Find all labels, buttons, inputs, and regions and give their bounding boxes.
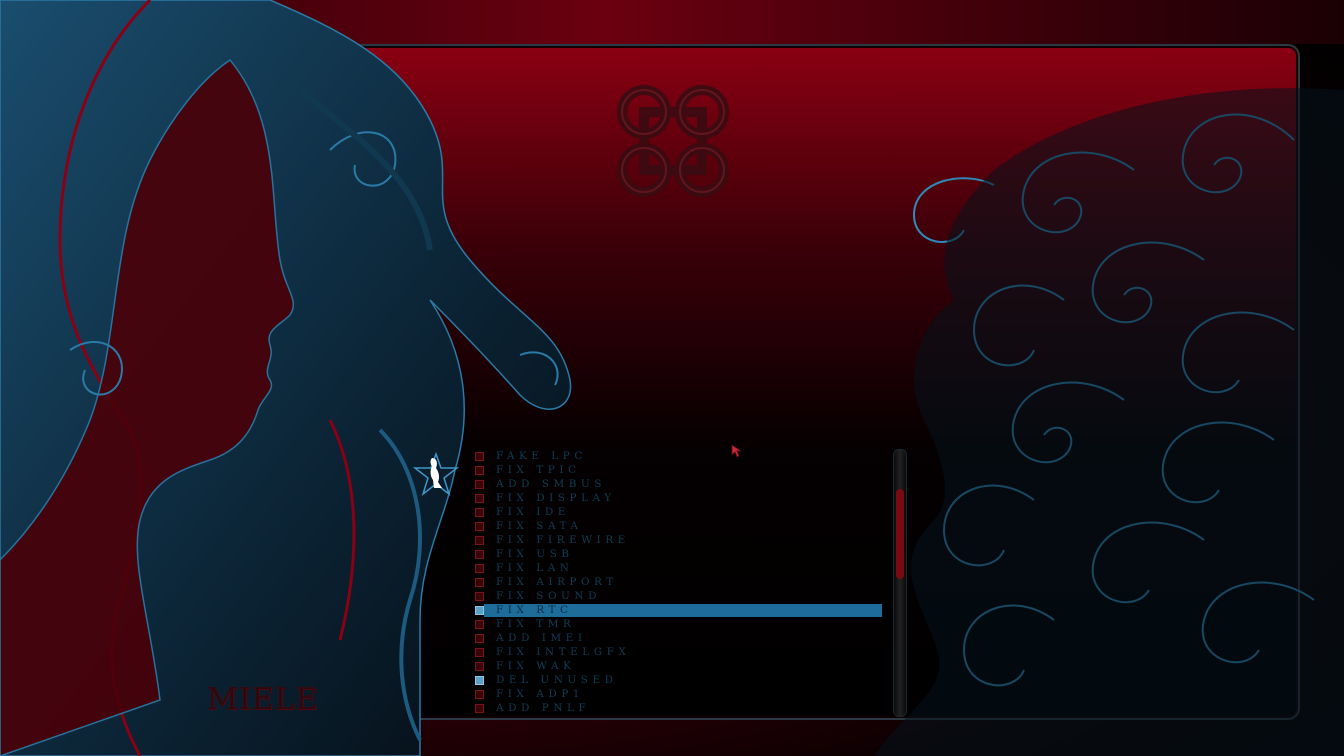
boot-options-list: FAKE LPC FIX TPIC ADD SMBUS FIX DISPLAY FIX …	[472, 449, 892, 715]
boot-option-row[interactable]: FIX FIREWIRE	[472, 533, 892, 547]
boot-option-row[interactable]: FAKE LPC	[472, 449, 892, 463]
option-checkbox[interactable]	[475, 493, 484, 503]
option-label: FIX INTELGFX	[496, 646, 631, 658]
option-label: FIX SOUND	[496, 590, 602, 602]
pinup-star-icon	[412, 452, 460, 496]
boot-option-row[interactable]: FIX ADP1	[472, 687, 892, 701]
option-checkbox[interactable]	[475, 647, 484, 657]
boot-option-row[interactable]: FIX AIRPORT	[472, 575, 892, 589]
option-checkbox[interactable]	[475, 451, 484, 461]
boot-option-row[interactable]: DEL UNUSED	[472, 673, 892, 687]
option-checkbox[interactable]	[475, 563, 484, 573]
boot-option-row[interactable]: ADD SMBUS	[472, 477, 892, 491]
option-label: ADD SMBUS	[496, 478, 606, 490]
option-label: FIX DISPLAY	[496, 492, 616, 504]
option-checkbox[interactable]	[475, 703, 484, 713]
option-label: FIX AIRPORT	[496, 576, 618, 588]
scrollbar-thumb[interactable]	[896, 489, 904, 579]
option-checkbox[interactable]	[475, 689, 484, 699]
option-label: FIX FIREWIRE	[496, 534, 630, 546]
boot-option-row[interactable]: FIX DISPLAY	[472, 491, 892, 505]
boot-option-row[interactable]: FIX RTC	[472, 603, 892, 617]
option-checkbox[interactable]	[475, 535, 484, 545]
scrollbar[interactable]	[893, 449, 907, 717]
option-label: FIX WAK	[496, 660, 576, 672]
boot-option-row[interactable]: FIX IDE	[472, 505, 892, 519]
option-checkbox[interactable]	[475, 507, 484, 517]
boot-option-row[interactable]: FIX TPIC	[472, 463, 892, 477]
boot-option-row[interactable]: ADD IMEI	[472, 631, 892, 645]
option-label: FIX SATA	[496, 520, 583, 532]
option-checkbox[interactable]	[475, 577, 484, 587]
option-checkbox[interactable]	[475, 619, 484, 629]
boot-option-row[interactable]: FIX TMR	[472, 617, 892, 631]
boot-option-row[interactable]: FIX USB	[472, 547, 892, 561]
option-label: FIX TPIC	[496, 464, 581, 476]
boot-option-row[interactable]: FIX SATA	[472, 519, 892, 533]
boot-option-row[interactable]: FIX INTELGFX	[472, 645, 892, 659]
option-checkbox[interactable]	[475, 521, 484, 531]
option-checkbox[interactable]	[475, 465, 484, 475]
ocean-waves-art	[874, 88, 1344, 756]
boot-option-row[interactable]: FIX SOUND	[472, 589, 892, 603]
option-checkbox[interactable]	[475, 591, 484, 601]
option-label: FIX USB	[496, 548, 574, 560]
option-checkbox[interactable]	[475, 661, 484, 671]
option-label: FAKE LPC	[496, 450, 587, 462]
option-checkbox[interactable]	[475, 633, 484, 643]
option-label: FIX IDE	[496, 506, 570, 518]
option-label: DEL UNUSED	[496, 674, 618, 686]
option-label: FIX RTC	[496, 604, 573, 616]
boot-option-row[interactable]: FIX LAN	[472, 561, 892, 575]
option-checkbox[interactable]	[475, 479, 484, 489]
option-label: ADD PNLF	[496, 702, 591, 714]
boot-option-row[interactable]: ADD PNLF	[472, 701, 892, 715]
option-label: FIX LAN	[496, 562, 574, 574]
option-label: FIX ADP1	[496, 688, 584, 700]
boot-option-row[interactable]: FIX WAK	[472, 659, 892, 673]
option-label: ADD IMEI	[496, 632, 587, 644]
theme-brand-logo: MIELE	[207, 682, 319, 717]
option-label: FIX TMR	[496, 618, 576, 630]
option-checkbox[interactable]	[475, 549, 484, 559]
option-checkbox[interactable]	[475, 675, 484, 685]
theme-background: FAKE LPC FIX TPIC ADD SMBUS FIX DISPLAY FIX …	[0, 0, 1344, 756]
command-key-icon	[617, 85, 729, 197]
mouse-pointer-icon	[731, 444, 743, 458]
option-checkbox[interactable]	[475, 605, 484, 615]
